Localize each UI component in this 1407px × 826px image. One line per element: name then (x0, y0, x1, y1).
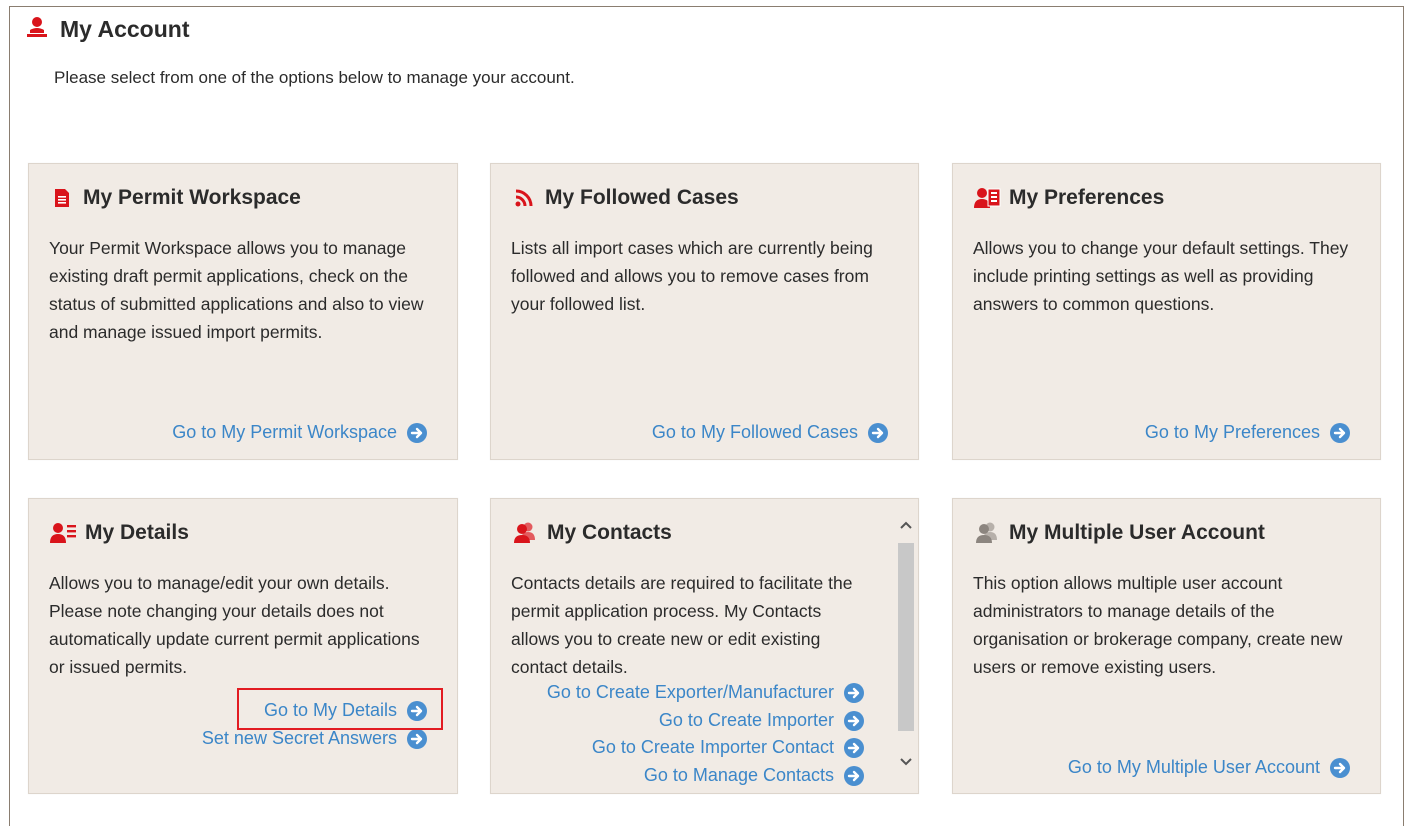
rss-icon (511, 188, 537, 208)
arrow-right-icon (844, 765, 864, 786)
card-description: Lists all import cases which are current… (511, 238, 873, 314)
scrollbar-thumb[interactable] (898, 543, 914, 731)
card-description: This option allows multiple user account… (973, 573, 1343, 677)
card-title: My Followed Cases (545, 186, 739, 209)
arrow-right-icon (407, 422, 427, 443)
card-header: My Preferences (973, 186, 1164, 210)
create-importer-link[interactable]: Go to Create Importer (659, 710, 864, 731)
arrow-right-icon (844, 682, 864, 703)
card-my-contacts: My Contacts Contacts details are require… (490, 498, 919, 794)
create-exporter-manufacturer-link[interactable]: Go to Create Exporter/Manufacturer (547, 682, 864, 703)
link-label: Go to My Permit Workspace (172, 422, 397, 442)
arrow-right-icon (1330, 422, 1350, 443)
card-header: My Contacts (511, 521, 672, 545)
manage-contacts-link[interactable]: Go to Manage Contacts (644, 765, 864, 786)
card-description: Allows you to manage/edit your own detai… (49, 573, 420, 677)
card-description: Your Permit Workspace allows you to mana… (49, 238, 424, 342)
page-title: My Account (60, 16, 190, 42)
link-label: Go to Manage Contacts (643, 765, 834, 785)
go-to-permit-workspace-link[interactable]: Go to My Permit Workspace (172, 422, 427, 443)
card-title: My Contacts (547, 521, 672, 544)
document-icon (49, 188, 75, 208)
card-followed-cases: My Followed Cases Lists all import cases… (490, 163, 919, 460)
card-header: My Multiple User Account (973, 521, 1265, 545)
user-icon (26, 16, 48, 43)
link-label: Go to Create Importer Contact (591, 737, 834, 757)
card-header: My Permit Workspace (49, 186, 301, 210)
card-title: My Multiple User Account (1009, 521, 1265, 544)
go-to-preferences-link[interactable]: Go to My Preferences (1145, 422, 1350, 443)
card-header: My Details (49, 521, 189, 545)
card-title: My Details (85, 521, 189, 544)
user-settings-icon (973, 187, 1001, 209)
card-description: Allows you to change your default settin… (973, 238, 1349, 314)
arrow-right-icon (844, 710, 864, 731)
card-my-details: My Details Allows you to manage/edit you… (28, 498, 458, 794)
intro-text: Please select from one of the options be… (54, 68, 575, 87)
scroll-up-icon[interactable] (897, 515, 915, 535)
card-permit-workspace: My Permit Workspace Your Permit Workspac… (28, 163, 458, 460)
link-label: Go to Create Exporter/Manufacturer (546, 682, 834, 702)
card-preferences: My Preferences Allows you to change your… (952, 163, 1381, 460)
link-label: Go to My Preferences (1144, 422, 1320, 442)
card-header: My Followed Cases (511, 186, 739, 210)
card-title: My Permit Workspace (83, 186, 301, 209)
link-label: Go to My Followed Cases (651, 422, 858, 442)
arrow-right-icon (1330, 757, 1350, 778)
contacts-scrollbar[interactable] (897, 507, 915, 785)
highlight-box (237, 688, 443, 730)
multi-user-icon (973, 522, 1001, 544)
card-multiple-user-account: My Multiple User Account This option all… (952, 498, 1381, 794)
contacts-icon (511, 522, 539, 544)
arrow-right-icon (868, 422, 888, 443)
create-importer-contact-link[interactable]: Go to Create Importer Contact (592, 737, 864, 758)
arrow-right-icon (844, 737, 864, 758)
link-label: Go to My Multiple User Account (1067, 757, 1320, 777)
card-description: Contacts details are required to facilit… (511, 573, 853, 677)
set-secret-answers-link[interactable]: Set new Secret Answers (202, 728, 427, 749)
scroll-down-icon[interactable] (897, 752, 915, 772)
user-details-icon (49, 522, 77, 544)
link-label: Set new Secret Answers (201, 728, 397, 748)
page-header: My Account (26, 16, 190, 43)
card-title: My Preferences (1009, 186, 1165, 209)
link-label: Go to Create Importer (658, 710, 834, 730)
go-to-followed-cases-link[interactable]: Go to My Followed Cases (652, 422, 888, 443)
go-to-multiple-user-account-link[interactable]: Go to My Multiple User Account (1068, 757, 1350, 778)
arrow-right-icon (407, 728, 427, 749)
